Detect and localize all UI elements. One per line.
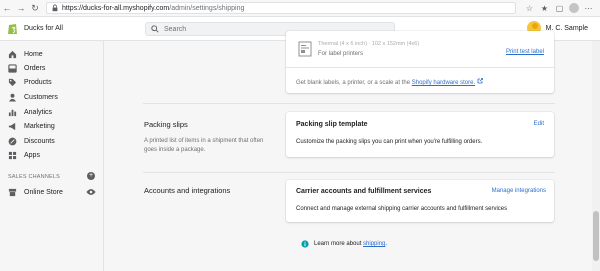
printer-size-text: Thermal (4 x 6 inch) · 102 x 152mm (4x6) bbox=[318, 41, 420, 47]
sidebar-item-label: Online Store bbox=[24, 188, 63, 196]
eye-icon[interactable] bbox=[86, 188, 96, 196]
carrier-accounts-text: Connect and manage external shipping car… bbox=[296, 206, 508, 212]
scrollbar-thumb[interactable] bbox=[593, 211, 599, 261]
hardware-text: Get blank labels, a printer, or a scale … bbox=[296, 80, 411, 86]
sidebar-item-apps[interactable]: Apps bbox=[8, 149, 40, 161]
store-name[interactable]: Ducks for All bbox=[24, 25, 63, 32]
sidebar-item-label: Orders bbox=[24, 64, 46, 72]
learn-more-text: Learn more about bbox=[314, 241, 362, 247]
packing-slips-title: Packing slips bbox=[144, 120, 188, 129]
label-printer-icon bbox=[298, 41, 312, 57]
more-icon[interactable]: ⋯ bbox=[583, 3, 594, 14]
shipping-help-link[interactable]: shipping bbox=[363, 241, 385, 247]
label-printer-card: Thermal (4 x 6 inch) · 102 x 152mm (4x6)… bbox=[286, 31, 554, 93]
sidebar: Home Orders Products Customers Analytics… bbox=[0, 41, 104, 271]
packing-slip-template-title: Packing slip template bbox=[296, 121, 368, 128]
apps-icon bbox=[8, 151, 17, 159]
search-icon bbox=[151, 25, 159, 33]
sidebar-item-customers[interactable]: Customers bbox=[8, 91, 58, 103]
sidebar-item-online-store[interactable]: Online Store bbox=[8, 186, 63, 198]
carrier-accounts-card: Carrier accounts and fulfillment service… bbox=[286, 180, 554, 222]
packing-slip-card: Packing slip template Edit Customize the… bbox=[286, 112, 554, 157]
main-content: Thermal (4 x 6 inch) · 102 x 152mm (4x6)… bbox=[105, 31, 585, 271]
sidebar-item-label: Home bbox=[24, 50, 43, 58]
star-icon[interactable]: ☆ bbox=[524, 3, 535, 14]
edit-packing-slip-link[interactable]: Edit bbox=[534, 121, 544, 127]
sidebar-item-label: Analytics bbox=[24, 108, 53, 116]
packing-slip-text: Customize the packing slips you can prin… bbox=[296, 139, 483, 145]
url-host: https://ducks-for-all.myshopify.com bbox=[62, 4, 170, 12]
external-link-icon bbox=[477, 78, 483, 84]
person-icon bbox=[8, 93, 17, 102]
bar-chart-icon bbox=[8, 109, 17, 116]
browser-toolbar: ← → ↻ https://ducks-for-all.myshopify.co… bbox=[0, 0, 600, 17]
sales-channels-header: SALES CHANNELS bbox=[8, 174, 61, 180]
lock-icon bbox=[52, 4, 58, 12]
sidebar-item-discounts[interactable]: Discounts bbox=[8, 135, 55, 147]
url-path: /admin/settings/shipping bbox=[169, 4, 245, 12]
forward-arrow-icon[interactable]: → bbox=[14, 1, 28, 15]
print-test-label-link[interactable]: Print test label bbox=[506, 49, 544, 55]
sidebar-item-label: Discounts bbox=[24, 137, 55, 145]
megaphone-icon bbox=[8, 122, 16, 130]
divider bbox=[286, 67, 554, 68]
footer-help: Learn more about shipping. bbox=[301, 240, 387, 248]
info-icon bbox=[301, 240, 309, 248]
browser-profile-avatar[interactable] bbox=[569, 3, 579, 13]
sidebar-item-home[interactable]: Home bbox=[8, 48, 43, 60]
section-divider bbox=[143, 172, 555, 173]
accounts-integrations-title: Accounts and integrations bbox=[144, 186, 231, 195]
store-icon bbox=[8, 188, 17, 196]
hardware-store-text: Get blank labels, a printer, or a scale … bbox=[296, 78, 483, 86]
shopify-logo-icon bbox=[8, 24, 17, 34]
home-icon bbox=[8, 50, 17, 58]
packing-slips-description: A printed list of items in a shipment th… bbox=[144, 138, 264, 153]
favorites-icon[interactable]: ★ bbox=[539, 3, 550, 14]
refresh-icon[interactable]: ↻ bbox=[28, 1, 42, 15]
search-placeholder: Search bbox=[164, 25, 187, 33]
sidebar-item-products[interactable]: Products bbox=[8, 76, 52, 88]
sidebar-item-orders[interactable]: Orders bbox=[8, 62, 45, 74]
page-scrollbar[interactable] bbox=[592, 41, 600, 271]
sidebar-item-label: Apps bbox=[24, 151, 40, 159]
footer-period: . bbox=[385, 241, 388, 247]
orders-icon bbox=[8, 63, 17, 73]
sidebar-item-label: Marketing bbox=[24, 122, 55, 130]
sidebar-item-label: Customers bbox=[24, 93, 58, 101]
back-arrow-icon[interactable]: ← bbox=[0, 1, 14, 15]
sidebar-item-analytics[interactable]: Analytics bbox=[8, 106, 52, 118]
collections-icon[interactable]: ▢ bbox=[554, 3, 565, 14]
add-channel-button[interactable]: + bbox=[87, 172, 95, 180]
tag-icon bbox=[8, 78, 17, 86]
printer-type-text: For label printers bbox=[318, 51, 364, 57]
sidebar-item-marketing[interactable]: Marketing bbox=[8, 120, 55, 132]
sidebar-item-label: Products bbox=[24, 78, 52, 86]
hardware-store-link[interactable]: Shopify hardware store. bbox=[412, 80, 475, 86]
address-bar[interactable]: https://ducks-for-all.myshopify.com/admi… bbox=[46, 2, 516, 14]
section-divider bbox=[143, 103, 555, 104]
carrier-accounts-title: Carrier accounts and fulfillment service… bbox=[296, 188, 432, 195]
manage-integrations-link[interactable]: Manage integrations bbox=[492, 188, 546, 194]
discount-icon bbox=[8, 137, 17, 145]
